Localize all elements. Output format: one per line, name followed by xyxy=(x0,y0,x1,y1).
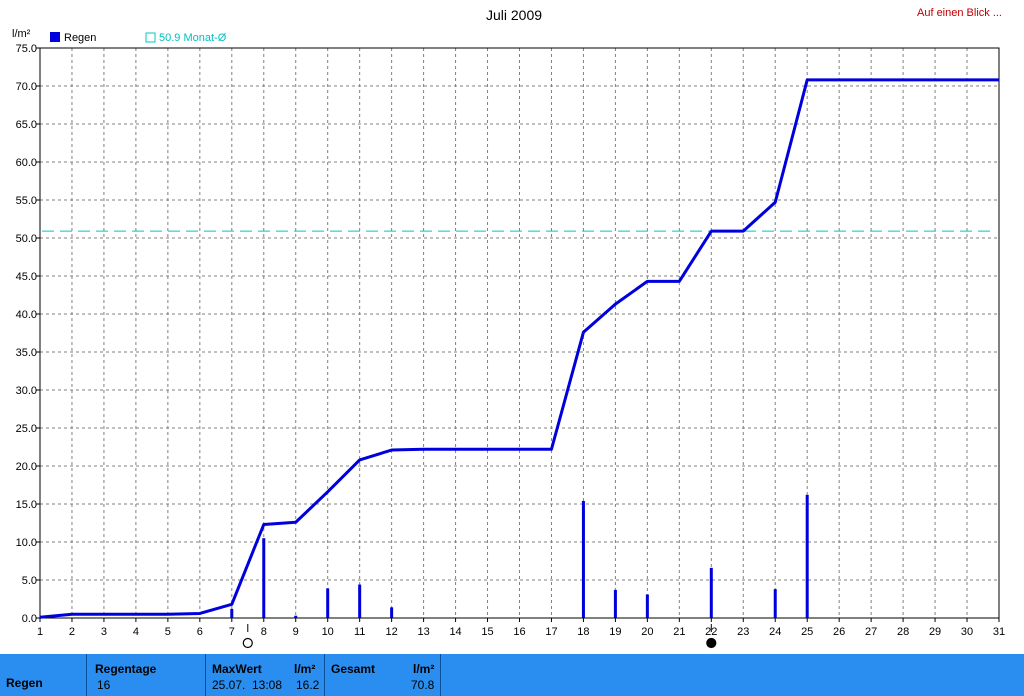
x-tick-label: 6 xyxy=(197,626,203,638)
x-tick-label: 2 xyxy=(69,626,75,638)
max-value-time: 13:08 xyxy=(252,678,283,692)
footer-row-label: Regen xyxy=(6,676,43,690)
y-tick-label: 60.0 xyxy=(16,157,37,169)
x-tick-label: 5 xyxy=(165,626,171,638)
x-tick-label: 26 xyxy=(833,626,845,638)
x-tick-label: 30 xyxy=(961,626,973,638)
footer-divider xyxy=(440,654,441,696)
x-tick-label: 21 xyxy=(673,626,685,638)
x-tick-label: 9 xyxy=(293,626,299,638)
x-tick-label: 4 xyxy=(133,626,139,638)
max-value-amount: 16.2 xyxy=(296,678,320,692)
x-tick-label: 1 xyxy=(37,626,43,638)
y-tick-label: 40.0 xyxy=(16,309,37,321)
x-tick-label: 3 xyxy=(101,626,107,638)
max-value-date: 25.07. xyxy=(212,678,246,692)
y-tick-label: 65.0 xyxy=(16,119,37,131)
y-tick-label: 70.0 xyxy=(16,81,37,93)
y-tick-label: 50.0 xyxy=(16,233,37,245)
footer-row-label-cell: Regen xyxy=(0,654,86,696)
x-tick-label: 27 xyxy=(865,626,877,638)
rain-chart: Juli 2009 Auf einen Blick ... l/m² Regen… xyxy=(12,7,1005,649)
x-tick-label: 11 xyxy=(354,626,365,638)
daily-rain-bar xyxy=(773,589,777,618)
rain-days-label: Regentage xyxy=(95,662,157,676)
daily-rain-bar xyxy=(581,500,585,618)
x-tick-label: 14 xyxy=(449,626,461,638)
y-tick-label: 15.0 xyxy=(16,499,37,511)
max-value-unit: l/m² xyxy=(294,662,316,676)
max-value-cell: MaxWert l/m² 25.07. 13:08 16.2 xyxy=(206,654,324,696)
y-tick-label: 75.0 xyxy=(16,43,37,55)
x-tick-label: 19 xyxy=(609,626,621,638)
y-axis-unit-label: l/m² xyxy=(12,28,31,40)
legend-reference-label: 50.9 Monat-Ø xyxy=(159,32,227,44)
daily-rain-bar xyxy=(358,584,362,618)
x-tick-label: 23 xyxy=(737,626,749,638)
x-tick-label: 17 xyxy=(545,626,557,638)
y-tick-label: 5.0 xyxy=(22,575,37,587)
x-tick-label: 15 xyxy=(481,626,493,638)
daily-rain-bar xyxy=(230,608,234,618)
total-label: Gesamt xyxy=(331,662,376,676)
y-tick-label: 45.0 xyxy=(16,271,37,283)
x-tick-label: 31 xyxy=(993,626,1005,638)
x-tick-label: 12 xyxy=(386,626,398,638)
y-tick-label: 30.0 xyxy=(16,385,37,397)
y-tick-label: 55.0 xyxy=(16,195,37,207)
daily-rain-bar xyxy=(805,494,809,618)
legend-series-label: Regen xyxy=(64,32,96,44)
max-value-label: MaxWert xyxy=(212,662,262,676)
x-tick-label: 25 xyxy=(801,626,813,638)
total-unit: l/m² xyxy=(413,662,435,676)
x-tick-label: 24 xyxy=(769,626,781,638)
summary-footer: Regen Regentage 16 MaxWert l/m² 25.07. 1… xyxy=(0,654,1024,696)
daily-rain-bar xyxy=(294,615,298,618)
daily-rain-bar xyxy=(262,538,266,618)
rain-days-value: 16 xyxy=(97,678,111,692)
x-tick-label: 16 xyxy=(513,626,525,638)
x-tick-label: 20 xyxy=(641,626,653,638)
y-tick-label: 20.0 xyxy=(16,461,37,473)
daily-rain-bar xyxy=(645,594,649,618)
y-tick-label: 35.0 xyxy=(16,347,37,359)
full-moon-icon xyxy=(242,637,253,649)
daily-rain-bar xyxy=(613,589,617,618)
chart-title: Juli 2009 xyxy=(486,7,542,23)
daily-rain-bar xyxy=(709,567,713,618)
overview-link[interactable]: Auf einen Blick ... xyxy=(917,7,1002,19)
x-tick-label: 29 xyxy=(929,626,941,638)
total-cell: Gesamt l/m² 70.8 xyxy=(325,654,440,696)
rain-days-cell: Regentage 16 xyxy=(87,654,205,696)
y-tick-label: 10.0 xyxy=(16,537,37,549)
x-tick-label: 18 xyxy=(577,626,589,638)
new-moon-icon xyxy=(706,637,717,649)
x-tick-label: 28 xyxy=(897,626,909,638)
legend-bar-swatch xyxy=(50,32,60,42)
x-tick-label: 7 xyxy=(229,626,235,638)
legend-reference-swatch xyxy=(145,32,156,43)
x-tick-label: 10 xyxy=(322,626,334,638)
total-value: 70.8 xyxy=(411,678,435,692)
daily-rain-bar xyxy=(326,588,330,618)
y-tick-label: 0.0 xyxy=(22,613,37,625)
x-tick-label: 8 xyxy=(261,626,267,638)
x-tick-label: 13 xyxy=(417,626,429,638)
daily-rain-bar xyxy=(390,607,394,618)
y-tick-label: 25.0 xyxy=(16,423,37,435)
